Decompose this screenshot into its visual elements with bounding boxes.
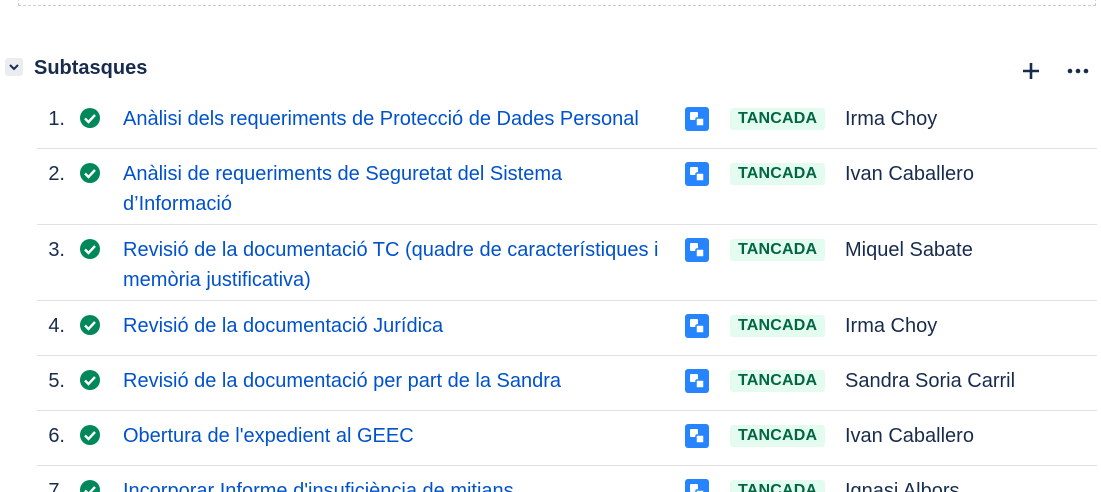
section-title: Subtasques <box>34 57 148 79</box>
assignee-name: Sandra Soria Carril <box>845 370 1016 392</box>
assignee-name: Miquel Sabate <box>845 239 973 261</box>
check-circle-icon <box>80 370 100 390</box>
row-number: 3. <box>48 239 65 261</box>
status-badge[interactable]: TANCADA <box>730 315 826 337</box>
subtask-icon <box>685 479 709 492</box>
assignee-name: Irma Choy <box>845 108 938 130</box>
subtask-link[interactable]: Revisió de la documentació TC (quadre de… <box>123 235 668 295</box>
assignee-name: Ivan Caballero <box>845 163 974 185</box>
check-circle-icon <box>80 108 100 128</box>
subtask-row[interactable]: 3. Revisió de la documentació TC (quadre… <box>37 225 1097 301</box>
subtask-row[interactable]: 1. Anàlisi dels requeriments de Protecci… <box>37 94 1097 149</box>
subtask-icon <box>685 369 709 393</box>
more-icon[interactable] <box>1064 58 1092 84</box>
row-number: 7. <box>48 480 65 492</box>
subtasks-header: Subtasques <box>0 52 1101 86</box>
subtask-link[interactable]: Anàlisi de requeriments de Seguretat del… <box>123 159 668 219</box>
subtask-link[interactable]: Anàlisi dels requeriments de Protecció d… <box>123 104 668 134</box>
check-circle-icon <box>80 315 100 335</box>
subtask-row[interactable]: 2. Anàlisi de requeriments de Seguretat … <box>37 149 1097 225</box>
chevron-down-icon[interactable] <box>5 58 23 76</box>
subtask-link[interactable]: Obertura de l'expedient al GEEC <box>123 421 668 451</box>
subtask-link[interactable]: Incorporar Informe d'insuficiència de mi… <box>123 476 668 492</box>
row-number: 4. <box>48 315 65 337</box>
subtask-row[interactable]: 7. Incorporar Informe d'insuficiència de… <box>37 466 1097 492</box>
description-placeholder-box <box>18 0 1096 6</box>
status-badge[interactable]: TANCADA <box>730 239 826 261</box>
status-badge[interactable]: TANCADA <box>730 163 826 185</box>
subtask-icon <box>685 238 709 262</box>
status-badge[interactable]: TANCADA <box>730 108 826 130</box>
subtask-icon <box>685 162 709 186</box>
status-badge[interactable]: TANCADA <box>730 480 826 492</box>
assignee-name: Ignasi Albors <box>845 480 960 492</box>
plus-icon[interactable] <box>1018 58 1044 84</box>
assignee-name: Irma Choy <box>845 315 938 337</box>
subtask-row[interactable]: 4. Revisió de la documentació Jurídica T… <box>37 301 1097 356</box>
status-badge[interactable]: TANCADA <box>730 370 826 392</box>
row-number: 6. <box>48 425 65 447</box>
status-badge[interactable]: TANCADA <box>730 425 826 447</box>
row-number: 1. <box>48 108 65 130</box>
check-circle-icon <box>80 425 100 445</box>
subtask-link[interactable]: Revisió de la documentació per part de l… <box>123 366 668 396</box>
check-circle-icon <box>80 480 100 492</box>
check-circle-icon <box>80 163 100 183</box>
subtask-row[interactable]: 6. Obertura de l'expedient al GEEC TANCA… <box>37 411 1097 466</box>
subtask-link[interactable]: Revisió de la documentació Jurídica <box>123 311 668 341</box>
subtask-icon <box>685 107 709 131</box>
subtask-icon <box>685 424 709 448</box>
row-number: 2. <box>48 163 65 185</box>
check-circle-icon <box>80 239 100 259</box>
subtask-row[interactable]: 5. Revisió de la documentació per part d… <box>37 356 1097 411</box>
row-number: 5. <box>48 370 65 392</box>
subtask-icon <box>685 314 709 338</box>
assignee-name: Ivan Caballero <box>845 425 974 447</box>
